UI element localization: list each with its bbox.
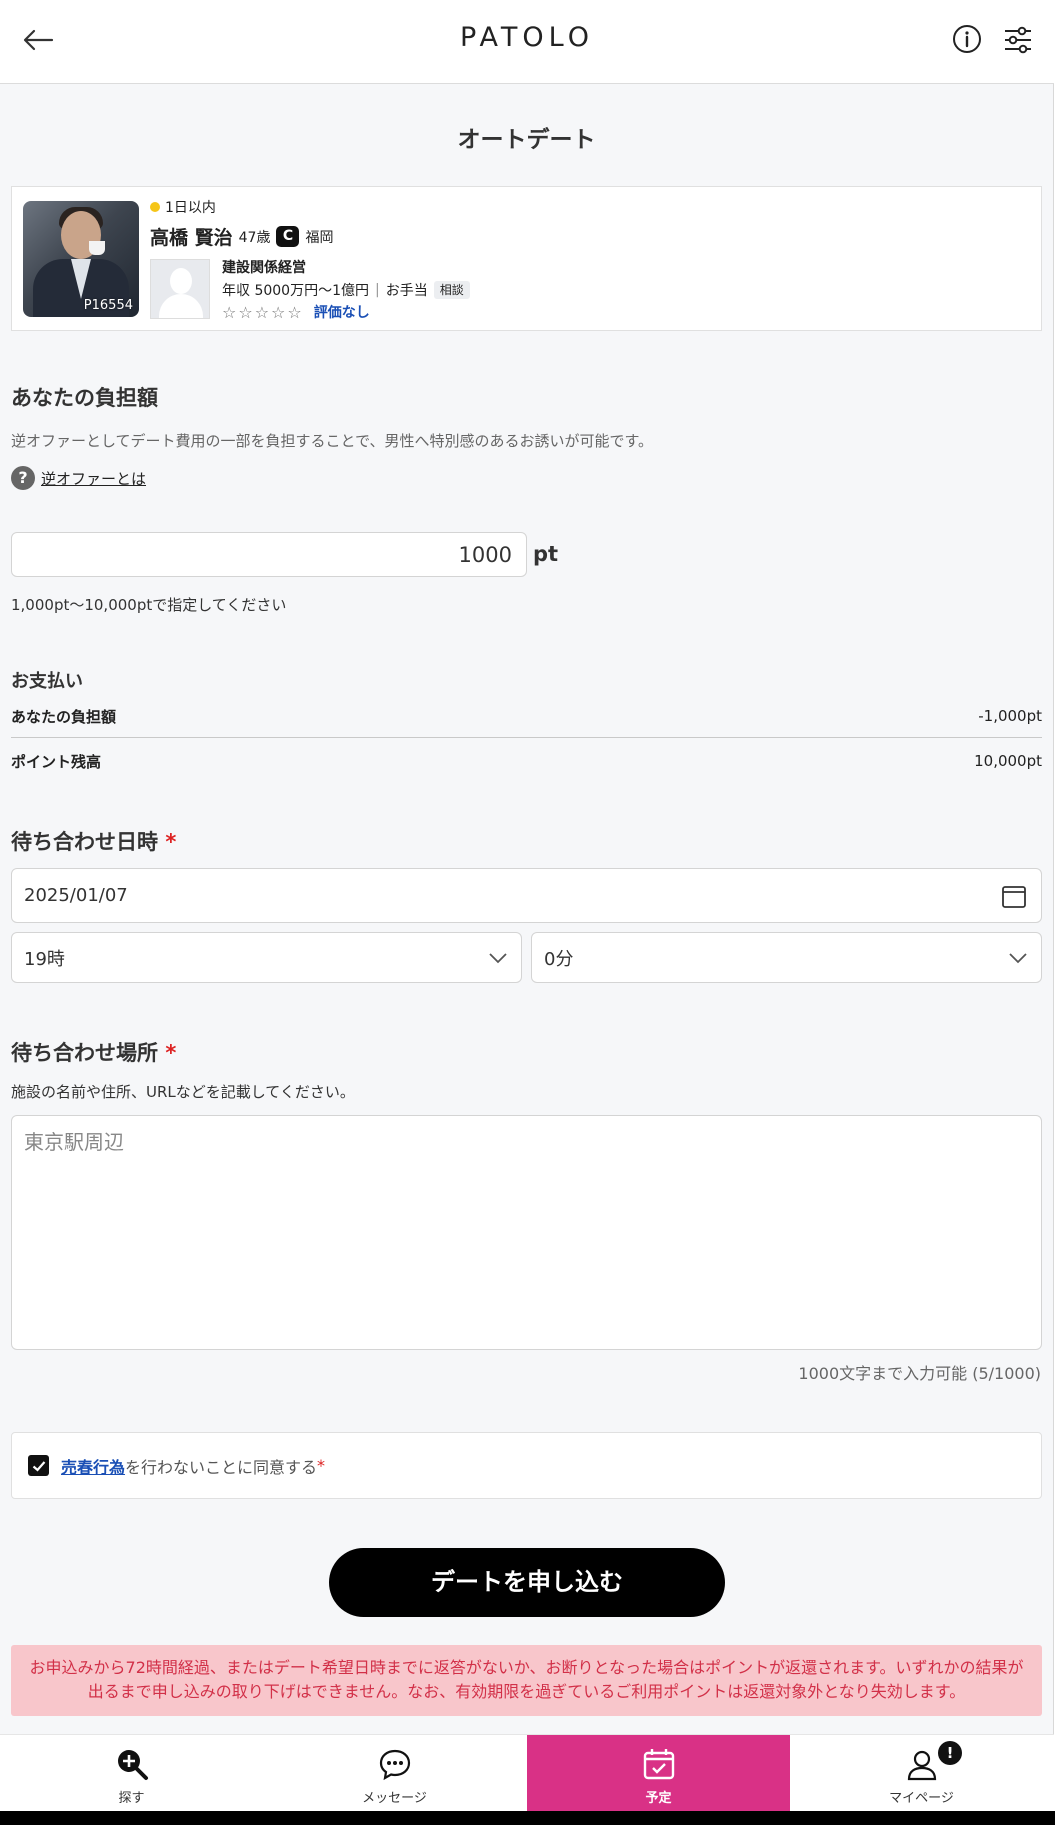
required-mark: *	[165, 830, 177, 854]
agreement-box: 売春行為 を行わないことに同意する *	[11, 1432, 1042, 1499]
profile-prefecture: 福岡	[305, 229, 334, 246]
profile-job: 建設関係経営	[222, 260, 306, 276]
profile-income: 年収 5000万円〜1億円	[222, 283, 369, 299]
avatar-body	[159, 294, 203, 318]
app-logo[interactable]: PATOLO	[0, 22, 1054, 53]
rating-row: ☆☆☆☆☆ 評価なし	[222, 302, 370, 322]
nav-item-search[interactable]: 探す	[0, 1735, 263, 1811]
avatar-head	[170, 268, 192, 294]
date-value: 2025/01/07	[24, 885, 128, 906]
calendar-check-icon	[643, 1749, 674, 1780]
rating-link[interactable]: 評価なし	[314, 302, 370, 322]
refund-notice: お申込みから72時間経過、またはデート希望日時までに返答がないか、お断りとなった…	[11, 1645, 1042, 1716]
agreement-checkbox[interactable]	[28, 1455, 49, 1476]
burden-description: 逆オファーとしてデート費用の一部を負担することで、男性へ特別感のあるお誘いが可能…	[11, 432, 654, 450]
character-counter: 1000文字まで入力可能 (5/1000)	[798, 1364, 1041, 1383]
online-status: 1日以内	[150, 197, 216, 217]
chevron-down-icon	[1009, 953, 1027, 964]
nav-label: メッセージ	[362, 1791, 427, 1806]
chat-icon	[379, 1749, 410, 1781]
submit-date-button[interactable]: デートを申し込む	[329, 1548, 725, 1617]
question-icon: ?	[11, 466, 35, 490]
bottom-nav: 探す メッセージ 予定 ! マイページ	[0, 1734, 1054, 1811]
calendar-icon[interactable]	[1001, 883, 1027, 909]
search-plus-icon	[117, 1750, 148, 1780]
meeting-place-title: 待ち合わせ場所 *	[11, 1037, 176, 1067]
profile-age: 47歳	[238, 229, 271, 246]
meeting-time-title: 待ち合わせ日時 *	[11, 826, 176, 856]
top-header: PATOLO	[0, 0, 1054, 84]
screen: PATOLO オートデート P16554 1日以内 高橋 賢治 47歳 C 福岡…	[0, 0, 1054, 1811]
burden-title: あなたの負担額	[11, 386, 158, 410]
payment-title: お支払い	[11, 671, 83, 692]
agreement-text: を行わないことに同意する	[125, 1457, 318, 1477]
online-dot-icon	[150, 202, 160, 212]
nav-label: 探す	[118, 1791, 145, 1806]
photo-cup	[89, 241, 105, 255]
points-unit: pt	[533, 542, 559, 566]
page-title: オートデート	[457, 127, 596, 153]
check-icon	[32, 1460, 45, 1472]
points-hint: 1,000pt〜10,000ptで指定してください	[11, 596, 287, 614]
meeting-place-textarea[interactable]: 東京駅周辺	[11, 1115, 1042, 1350]
agreement-link[interactable]: 売春行為	[61, 1454, 125, 1478]
nav-item-schedule[interactable]: 予定	[527, 1735, 790, 1811]
star-rating-icon: ☆☆☆☆☆	[222, 302, 304, 322]
reverse-offer-help-link[interactable]: ? 逆オファーとは	[11, 466, 146, 490]
payment-balance-row: ポイント残高 10,000pt	[11, 740, 1042, 782]
info-icon	[953, 25, 981, 53]
profile-card[interactable]: P16554 1日以内 高橋 賢治 47歳 C 福岡 建設関係経営 年収 500…	[11, 186, 1042, 331]
hour-value: 19時	[24, 948, 65, 970]
meeting-place-label: 待ち合わせ場所	[11, 1041, 158, 1065]
name-row: 高橋 賢治 47歳 C 福岡	[150, 223, 333, 250]
required-mark: *	[317, 1456, 326, 1475]
chevron-down-icon	[489, 953, 507, 964]
info-button[interactable]	[952, 24, 982, 54]
nav-label: マイページ	[889, 1791, 954, 1806]
help-link-label: 逆オファーとは	[41, 469, 147, 488]
income-row: 年収 5000万円〜1億円 | お手当 相談	[222, 280, 470, 300]
filter-button[interactable]	[1002, 24, 1034, 56]
user-icon	[907, 1750, 936, 1781]
payment-balance-label: ポイント残高	[11, 752, 102, 771]
required-mark: *	[165, 1041, 177, 1065]
sliders-icon	[1005, 26, 1031, 54]
profile-name: 高橋 賢治	[150, 227, 233, 249]
hour-select[interactable]: 19時	[11, 932, 522, 983]
notification-badge: !	[938, 1741, 962, 1765]
profile-id: P16554	[83, 298, 133, 313]
meeting-time-label: 待ち合わせ日時	[11, 830, 158, 854]
minute-select[interactable]: 0分	[531, 932, 1042, 983]
date-input[interactable]: 2025/01/07	[11, 868, 1042, 923]
app: PATOLO オートデート P16554 1日以内 高橋 賢治 47歳 C 福岡…	[0, 0, 1055, 1811]
meeting-place-description: 施設の名前や住所、URLなどを記載してください。	[11, 1083, 355, 1101]
nav-item-mypage[interactable]: ! マイページ	[790, 1735, 1053, 1811]
allowance-label: お手当	[385, 283, 428, 299]
nav-label: 予定	[645, 1791, 672, 1806]
payment-burden-value: -1,000pt	[978, 707, 1042, 725]
rank-badge: C	[276, 226, 300, 247]
nav-item-messages[interactable]: メッセージ	[263, 1735, 526, 1811]
separator: |	[375, 282, 380, 298]
avatar-placeholder	[150, 259, 210, 319]
allowance-tag: 相談	[433, 281, 470, 299]
burden-points-input[interactable]	[11, 532, 527, 577]
divider	[11, 737, 1042, 738]
minute-value: 0分	[544, 948, 574, 970]
payment-burden-row: あなたの負担額 -1,000pt	[11, 695, 1042, 737]
payment-burden-label: あなたの負担額	[11, 707, 117, 726]
profile-photo[interactable]: P16554	[23, 201, 139, 317]
online-label: 1日以内	[165, 200, 216, 216]
payment-balance-value: 10,000pt	[974, 752, 1042, 770]
